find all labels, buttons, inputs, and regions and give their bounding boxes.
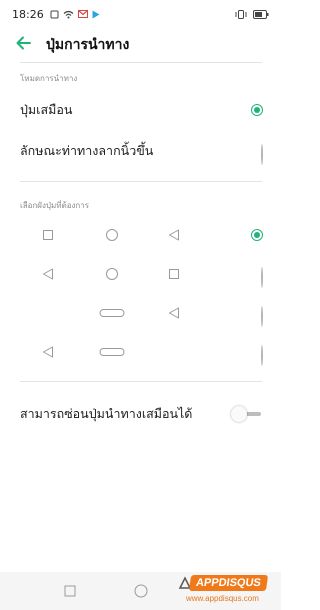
header-divider (20, 62, 262, 63)
wifi-icon (63, 10, 74, 18)
radio-unselected[interactable] (261, 345, 263, 366)
triangle-back-icon (164, 305, 184, 321)
nav-mode-option-label: ลักษณะท่าทางลากนิ้วขึ้น (20, 143, 154, 158)
section-divider (20, 381, 262, 382)
play-store-icon (92, 10, 100, 18)
button-layout-option-1[interactable] (20, 223, 263, 247)
triangle-back-icon (38, 344, 58, 360)
status-icons (50, 10, 100, 19)
vibrate-icon (235, 9, 247, 19)
square-icon (38, 227, 58, 243)
pill-icon (98, 344, 126, 360)
nav-mode-option-virtual-buttons[interactable]: ปุ่มเสมือน (20, 98, 263, 122)
home-button[interactable] (133, 584, 149, 598)
watermark-url: www.appdisqus.com (186, 594, 259, 603)
radio-selected[interactable] (251, 229, 263, 241)
circle-icon (134, 584, 148, 598)
button-layout-option-3[interactable] (20, 301, 263, 327)
square-icon (64, 585, 76, 597)
radio-unselected[interactable] (261, 267, 263, 288)
nav-mode-option-swipe-gesture[interactable]: ลักษณะท่าทางลากนิ้วขึ้น (20, 139, 263, 165)
status-right (235, 9, 269, 19)
notification-icon (50, 10, 59, 18)
nav-mode-option-label: ปุ่มเสมือน (20, 102, 73, 117)
button-layout-option-4[interactable] (20, 340, 263, 366)
pill-icon (98, 305, 126, 321)
circle-icon (102, 266, 122, 282)
section-divider (20, 181, 262, 182)
back-arrow-icon (16, 36, 31, 50)
nav-mode-section-label: โหมดการนำทาง (20, 74, 78, 83)
battery-icon (253, 9, 269, 19)
watermark-brand: APPDISQUS (188, 575, 268, 591)
header: ปุ่มการนำทาง (0, 28, 281, 58)
status-bar: 18:26 (0, 0, 281, 28)
button-layout-option-2[interactable] (20, 262, 263, 288)
triangle-back-icon (164, 227, 184, 243)
radio-unselected[interactable] (261, 144, 263, 165)
appdisqus-watermark: APPDISQUS www.appdisqus.com (178, 574, 278, 608)
hide-nav-buttons-toggle[interactable] (231, 406, 263, 422)
hide-nav-buttons-setting: สามารถซ่อนปุ่มนำทางเสมือนได้ (20, 402, 263, 426)
page-title: ปุ่มการนำทาง (46, 37, 130, 53)
back-button[interactable] (14, 34, 34, 52)
radio-unselected[interactable] (261, 306, 263, 327)
gmail-icon (77, 10, 88, 18)
status-time: 18:26 (12, 7, 44, 21)
recents-button[interactable] (62, 584, 78, 598)
square-icon (164, 266, 184, 282)
radio-selected[interactable] (251, 104, 263, 116)
triangle-back-icon (38, 266, 58, 282)
button-layout-section-label: เลือกผังปุ่มที่ต้องการ (20, 201, 90, 210)
hide-nav-buttons-label: สามารถซ่อนปุ่มนำทางเสมือนได้ (20, 406, 193, 421)
circle-icon (102, 227, 122, 243)
